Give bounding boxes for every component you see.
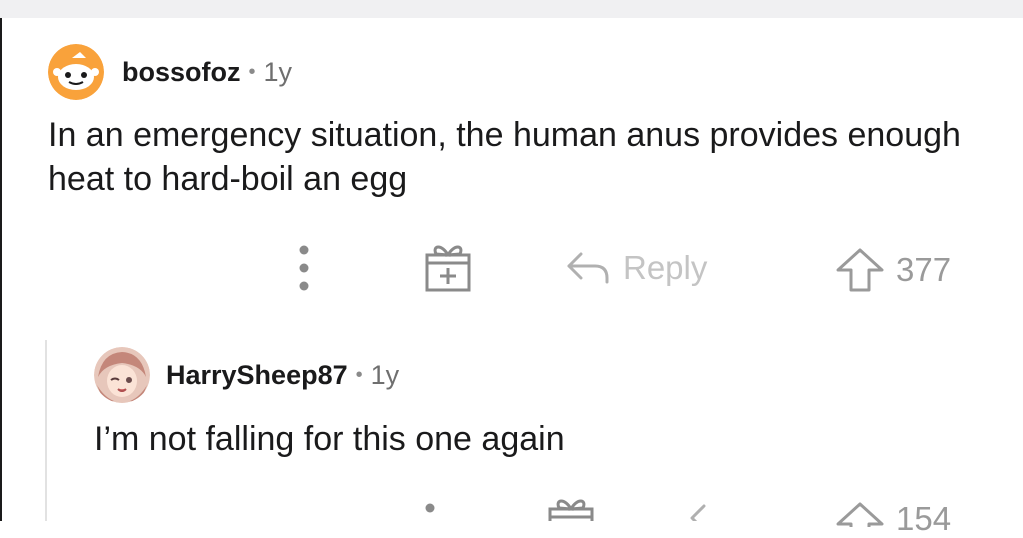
comment-username[interactable]: HarrySheep87 xyxy=(166,360,348,391)
more-options-button[interactable] xyxy=(420,500,440,521)
gift-icon xyxy=(425,245,471,292)
upvote-button[interactable]: 377 xyxy=(834,246,951,294)
comment-body: In an emergency situation, the human anu… xyxy=(48,116,961,198)
upvote-button[interactable]: 154 xyxy=(834,494,951,537)
reply-button[interactable] xyxy=(688,500,736,521)
snoo-avatar-icon[interactable] xyxy=(48,44,104,100)
comment-header: HarrySheep87 • 1y xyxy=(94,347,399,403)
comment-age: 1y xyxy=(263,56,293,87)
anime-avatar-icon[interactable] xyxy=(94,347,150,403)
upvote-arrow-icon xyxy=(836,502,884,527)
vote-score: 377 xyxy=(896,251,952,288)
comment-body: I’m not falling for this one again xyxy=(94,420,565,458)
top-bar xyxy=(0,0,1023,18)
thread-line[interactable] xyxy=(45,340,47,521)
gift-icon xyxy=(548,499,594,521)
vote-score: 154 xyxy=(896,500,952,537)
meta-separator: • xyxy=(248,60,256,83)
comment-username[interactable]: bossofoz xyxy=(122,57,241,88)
meta-separator: • xyxy=(355,363,363,386)
vertical-ellipsis-icon xyxy=(299,245,309,291)
more-options-button[interactable] xyxy=(294,244,314,292)
upvote-arrow-icon xyxy=(836,248,884,292)
left-edge-border xyxy=(0,18,2,521)
comment-age: 1y xyxy=(370,359,400,390)
reply-arrow-icon xyxy=(690,504,706,521)
award-button[interactable] xyxy=(422,240,474,294)
vertical-ellipsis-icon xyxy=(425,503,435,513)
award-button[interactable] xyxy=(545,494,597,521)
comment-header: bossofoz • 1y xyxy=(48,44,292,100)
reply-button[interactable]: Reply xyxy=(565,248,707,288)
reply-arrow-icon xyxy=(567,252,609,284)
reply-label: Reply xyxy=(623,249,708,286)
